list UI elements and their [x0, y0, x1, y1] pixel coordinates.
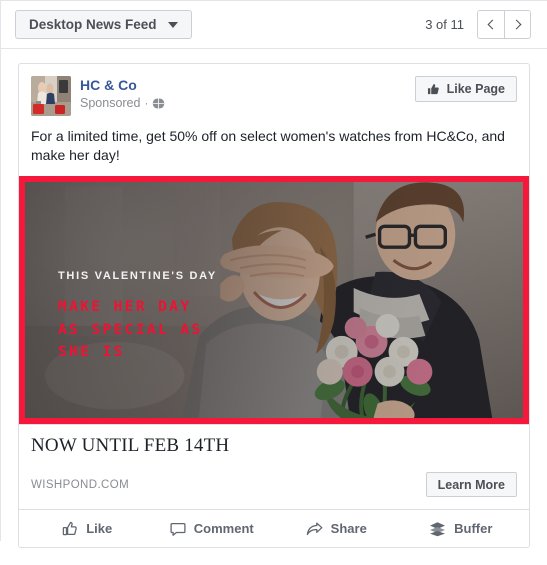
sponsored-label: Sponsored	[80, 95, 141, 110]
chevron-right-icon	[511, 19, 522, 30]
chevron-left-icon	[487, 19, 497, 30]
share-action-button[interactable]: Share	[274, 510, 399, 547]
like-page-button[interactable]: Like Page	[414, 76, 517, 102]
post-card-wrapper: HC & Co Sponsored · Like Page For a limi…	[1, 49, 547, 565]
overlay-headline-line-3: SHE IS	[58, 344, 125, 361]
like-page-label: Like Page	[446, 82, 505, 96]
buffer-action-button[interactable]: Buffer	[399, 510, 524, 547]
comment-action-button[interactable]: Comment	[150, 510, 275, 547]
page-identity: HC & Co Sponsored ·	[80, 76, 166, 111]
post-card: HC & Co Sponsored · Like Page For a limi…	[18, 63, 530, 549]
post-header: HC & Co Sponsored · Like Page	[19, 64, 529, 116]
next-preview-button[interactable]	[504, 11, 530, 38]
chevron-down-icon	[167, 21, 178, 28]
page-name-link[interactable]: HC & Co	[80, 77, 137, 94]
speech-bubble-icon	[170, 522, 186, 536]
buffer-action-label: Buffer	[454, 521, 493, 537]
like-action-button[interactable]: Like	[25, 510, 150, 547]
comment-action-label: Comment	[193, 521, 254, 537]
pager	[477, 10, 531, 39]
stacked-layers-icon	[430, 522, 446, 537]
overlay-kicker: THIS VALENTINE'S DAY	[58, 270, 217, 283]
link-domain: WISHPOND.COM	[31, 478, 130, 491]
creative-overlay-text: THIS VALENTINE'S DAY MAKE HER DAY AS SPE…	[58, 270, 217, 363]
placement-select-label: Desktop News Feed	[29, 17, 157, 32]
thumbs-up-icon	[427, 83, 439, 94]
preview-toolbar: Desktop News Feed 3 of 11	[1, 1, 547, 49]
page-count: 3 of 11	[425, 17, 464, 32]
ad-preview-frame: Desktop News Feed 3 of 11 HC & Co Sponso…	[0, 0, 547, 549]
creative-image[interactable]: THIS VALENTINE'S DAY MAKE HER DAY AS SPE…	[19, 176, 529, 425]
thumbs-up-outline-icon	[62, 521, 78, 536]
overlay-headline-line-2: AS SPECIAL AS	[58, 321, 203, 338]
link-title[interactable]: NOW UNTIL FEB 14TH	[31, 435, 517, 457]
learn-more-button[interactable]: Learn More	[425, 472, 517, 498]
post-meta: Sponsored ·	[80, 95, 166, 111]
toolbar-right-group: 3 of 11	[425, 10, 531, 39]
globe-icon	[152, 97, 166, 110]
post-action-bar: Like Comment Share Buffer	[19, 509, 529, 547]
like-action-label: Like	[86, 521, 113, 537]
avatar[interactable]	[31, 76, 71, 116]
placement-select[interactable]: Desktop News Feed	[15, 10, 192, 39]
share-action-label: Share	[330, 521, 367, 537]
post-body-text: For a limited time, get 50% off on selec…	[31, 128, 505, 164]
link-footer: WISHPOND.COM Learn More	[31, 472, 517, 498]
prev-preview-button[interactable]	[478, 11, 504, 38]
overlay-headline-line-1: MAKE HER DAY	[58, 299, 192, 316]
share-arrow-icon	[306, 522, 323, 535]
meta-separator: ·	[144, 96, 149, 111]
link-attachment: NOW UNTIL FEB 14TH WISHPOND.COM Learn Mo…	[19, 424, 529, 510]
